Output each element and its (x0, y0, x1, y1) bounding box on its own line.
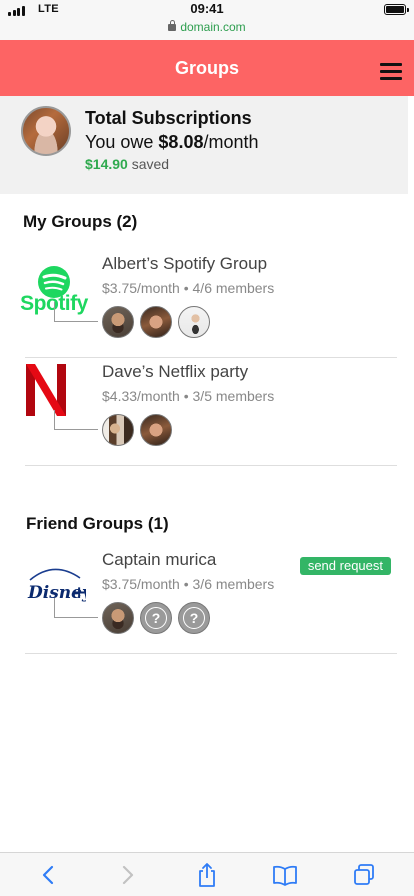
my-groups-heading: My Groups (2) (23, 212, 138, 231)
back-icon[interactable] (36, 862, 62, 888)
bookmarks-icon[interactable] (272, 862, 298, 888)
member-avatar[interactable] (102, 602, 134, 634)
summary-title: Total Subscriptions (85, 108, 252, 128)
owe-suffix: /month (203, 132, 259, 152)
send-request-button[interactable]: send request (299, 557, 391, 575)
member-avatars: ? ? (102, 602, 210, 634)
subscriptions-summary: Total Subscriptions You owe $8.08/month … (0, 96, 408, 194)
share-icon[interactable] (194, 862, 220, 888)
amount-owed: You owe $8.08/month (85, 132, 259, 153)
group-card-spotify[interactable]: Spotify Albert’s Spotify Group $3.75/mon… (20, 250, 397, 358)
status-bar: LTE 09:41 domain.com (0, 0, 414, 40)
group-name[interactable]: Albert’s Spotify Group (102, 254, 267, 274)
member-avatar[interactable] (140, 414, 172, 446)
friend-groups-heading: Friend Groups (1) (26, 514, 169, 533)
clock: 09:41 (190, 1, 224, 16)
saved-label: saved (131, 156, 170, 172)
url-text: domain.com (180, 20, 246, 34)
member-avatar[interactable] (178, 306, 210, 338)
browser-toolbar (0, 852, 414, 896)
empty-slot-icon: ? (178, 602, 210, 634)
page-title: Groups (174, 58, 239, 78)
empty-slot-icon: ? (140, 602, 172, 634)
member-avatar[interactable] (102, 414, 134, 446)
avatar[interactable] (21, 106, 71, 156)
url-bar[interactable]: domain.com (0, 20, 414, 34)
group-meta: $3.75/month • 3/6 members (102, 576, 275, 592)
member-avatar[interactable] (140, 306, 172, 338)
group-card-netflix[interactable]: Dave’s Netflix party $4.33/month • 3/5 m… (25, 358, 397, 466)
member-avatars (102, 306, 210, 338)
group-meta: $3.75/month • 4/6 members (102, 280, 275, 296)
battery-icon (384, 4, 409, 15)
saved-amount: $14.90 (85, 156, 128, 172)
group-name[interactable]: Dave’s Netflix party (102, 362, 248, 382)
owe-amount: $8.08 (158, 132, 204, 152)
group-card-disney[interactable]: Disney + Captain murica $3.75/month • 3/… (25, 546, 397, 654)
tabs-icon[interactable] (351, 862, 377, 888)
app-header: Groups (0, 40, 414, 96)
lock-icon (168, 20, 177, 31)
group-meta: $4.33/month • 3/5 members (102, 388, 275, 404)
forward-icon[interactable] (114, 862, 140, 888)
owe-prefix: You owe (85, 132, 154, 152)
member-avatars (102, 414, 172, 446)
hamburger-menu-icon[interactable] (380, 63, 402, 81)
member-avatar[interactable] (102, 306, 134, 338)
group-name[interactable]: Captain murica (102, 550, 216, 570)
amount-saved: $14.90 saved (85, 156, 169, 172)
